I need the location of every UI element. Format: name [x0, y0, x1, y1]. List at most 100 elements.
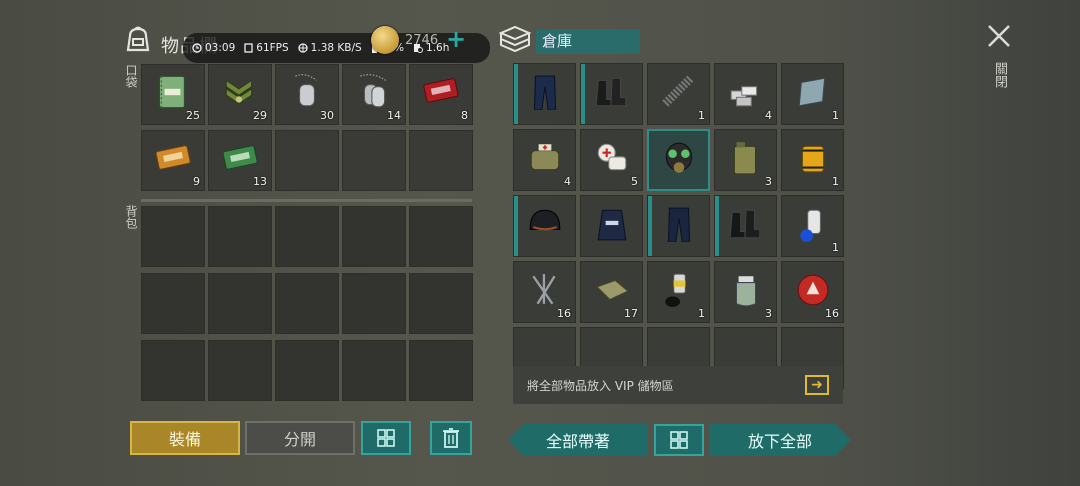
coin-balance: 2746 — [405, 33, 439, 48]
storage-slot[interactable]: 1 — [781, 63, 844, 125]
storage-title: 倉庫 — [536, 29, 640, 54]
item-quantity: 17 — [624, 307, 638, 320]
pocket-slot[interactable]: 25 — [141, 64, 205, 125]
backpack-slot[interactable] — [141, 273, 205, 334]
discard-button[interactable] — [430, 421, 472, 455]
fps-icon — [244, 43, 253, 53]
item-quantity: 3 — [765, 307, 772, 320]
item-quantity: 30 — [320, 109, 334, 122]
split-button[interactable]: 分開 — [245, 421, 355, 455]
backpack-slot[interactable] — [409, 273, 473, 334]
storage-slot[interactable] — [647, 129, 710, 191]
backpack-slot[interactable] — [342, 273, 406, 334]
item-quantity: 8 — [461, 109, 468, 122]
grid-sort-icon — [670, 431, 688, 449]
oil-filter-icon — [801, 145, 824, 172]
jerrycan-icon — [733, 141, 756, 175]
storage-slot[interactable] — [513, 63, 576, 125]
swat-helmet-icon — [529, 209, 560, 230]
backpack-slot[interactable] — [409, 340, 473, 401]
pocket-slot[interactable] — [409, 130, 473, 191]
pocket-slot[interactable]: 29 — [208, 64, 272, 125]
paint-can-icon — [664, 273, 686, 307]
pocket-label: 口袋 — [124, 64, 138, 88]
item-quantity: 16 — [557, 307, 571, 320]
backpack-slot[interactable] — [275, 273, 339, 334]
storage-slot[interactable]: 16 — [513, 261, 576, 323]
equip-button[interactable]: 裝備 — [130, 421, 240, 455]
storage-slot[interactable] — [647, 195, 710, 257]
item-quantity: 1 — [832, 241, 839, 254]
storage-slot[interactable]: 1 — [781, 129, 844, 191]
spray-can-icon — [799, 209, 821, 242]
globe-icon — [298, 43, 308, 53]
item-quantity: 25 — [186, 109, 200, 122]
storage-slot[interactable] — [513, 195, 576, 257]
trash-icon — [443, 428, 459, 448]
storage-slot[interactable]: 3 — [714, 129, 777, 191]
close-label[interactable]: 關閉 — [990, 62, 1009, 88]
coin-icon — [371, 26, 399, 54]
arrow-right-icon[interactable]: ➜ — [805, 375, 829, 395]
cloth-icon — [595, 279, 629, 300]
pocket-slot[interactable]: 14 — [342, 64, 406, 125]
storage-slot[interactable]: 16 — [781, 261, 844, 323]
nails-icon — [531, 273, 556, 305]
gas-mask-icon — [665, 142, 692, 173]
storage-slot[interactable]: 1 — [781, 195, 844, 257]
sort-inventory-button[interactable] — [361, 421, 411, 455]
section-divider — [141, 199, 472, 202]
storage-slot[interactable]: 4 — [714, 63, 777, 125]
storage-slot[interactable]: 1 — [647, 63, 710, 125]
police-pants-icon — [533, 75, 556, 110]
glass-sheet-icon — [798, 77, 825, 107]
vip-storage-text: 將全部物品放入 VIP 儲物區 — [527, 378, 674, 393]
storage-slot[interactable] — [580, 63, 643, 125]
swat-vest-icon — [597, 209, 626, 241]
ration-coupon-icon — [222, 145, 258, 170]
pocket-slot[interactable] — [275, 130, 339, 191]
performance-overlay: 03:09 61FPS 1.38 KB/S 57% 1.6h — [183, 33, 490, 63]
backpack-label: 背包 — [124, 205, 138, 229]
overlay-network-value: 1.38 KB/S — [310, 42, 362, 54]
storage-slot[interactable]: 3 — [714, 261, 777, 323]
item-quantity: 16 — [825, 307, 839, 320]
storage-slot[interactable]: 4 — [513, 129, 576, 191]
backpack-slot[interactable] — [342, 340, 406, 401]
swat-pants-icon — [667, 207, 690, 242]
pocket-slot[interactable] — [342, 130, 406, 191]
drop-all-button[interactable]: 放下全部 — [709, 424, 851, 456]
item-quantity: 1 — [698, 307, 705, 320]
item-quantity: 4 — [564, 175, 571, 188]
backpack-slot[interactable] — [409, 206, 473, 267]
storage-slot[interactable] — [714, 195, 777, 257]
storage-slot[interactable]: 5 — [580, 129, 643, 191]
backpack-slot[interactable] — [275, 206, 339, 267]
pocket-slot[interactable]: 8 — [409, 64, 473, 125]
storage-slot[interactable] — [580, 195, 643, 257]
backpack-slot[interactable] — [208, 206, 272, 267]
storage-slot[interactable]: 17 — [580, 261, 643, 323]
backpack-slot[interactable] — [275, 340, 339, 401]
backpack-slot[interactable] — [141, 340, 205, 401]
pocket-slot[interactable]: 13 — [208, 130, 272, 191]
dog-tag-pair-icon — [360, 74, 386, 108]
item-quantity: 1 — [832, 175, 839, 188]
close-icon[interactable] — [985, 22, 1013, 50]
bandages-icon — [597, 143, 626, 170]
vip-storage-bar[interactable]: 將全部物品放入 VIP 儲物區 ➜ — [513, 366, 843, 404]
spring-icon — [661, 74, 694, 107]
item-quantity: 29 — [253, 109, 267, 122]
take-all-button[interactable]: 全部帶著 — [508, 424, 648, 456]
backpack-slot[interactable] — [141, 206, 205, 267]
backpack-slot[interactable] — [208, 340, 272, 401]
clock-icon — [192, 43, 202, 53]
backpack-slot[interactable] — [342, 206, 406, 267]
pocket-slot[interactable]: 30 — [275, 64, 339, 125]
backpack-slot[interactable] — [208, 273, 272, 334]
sort-storage-button[interactable] — [654, 424, 704, 456]
storage-slot[interactable]: 1 — [647, 261, 710, 323]
pocket-slot[interactable]: 9 — [141, 130, 205, 191]
add-coins-button[interactable]: + — [446, 25, 466, 53]
overlay-fps: 61FPS — [244, 42, 289, 54]
